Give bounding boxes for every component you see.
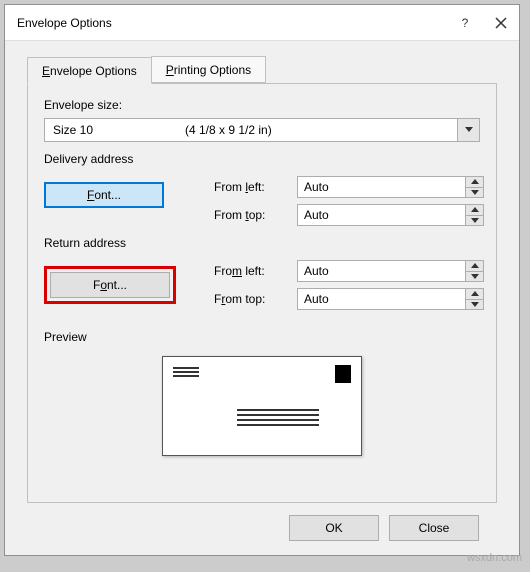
return-block: Font... From left: — [44, 260, 480, 316]
watermark: wsxdn.com — [467, 552, 522, 564]
window-title: Envelope Options — [5, 16, 447, 30]
help-button[interactable]: ? — [447, 5, 483, 41]
spin-down-icon[interactable] — [465, 216, 483, 226]
content-area: Envelope Options Printing Options Envelo… — [5, 41, 519, 555]
return-font-button[interactable]: Font... — [50, 272, 170, 298]
envelope-size-select[interactable]: Size 10 (4 1/8 x 9 1/2 in) — [44, 118, 480, 142]
tab-envelope-options[interactable]: Envelope Options — [27, 57, 152, 84]
tab-strip: Envelope Options Printing Options — [27, 55, 497, 83]
stamp-icon — [335, 365, 351, 383]
spin-down-icon[interactable] — [465, 300, 483, 310]
envelope-size-dropdown[interactable] — [457, 119, 479, 141]
spin-down-icon[interactable] — [465, 272, 483, 282]
spin-up-icon[interactable] — [465, 205, 483, 216]
return-from-top-input[interactable] — [297, 288, 484, 310]
delivery-section-label: Delivery address — [44, 152, 480, 166]
delivery-block: Font... From left: F — [44, 176, 480, 232]
envelope-options-dialog: Envelope Options ? Envelope Options Prin… — [4, 4, 520, 556]
button-bar: OK Close — [27, 503, 497, 555]
return-section-label: Return address — [44, 236, 480, 250]
titlebar: Envelope Options ? — [5, 5, 519, 41]
ok-button[interactable]: OK — [289, 515, 379, 541]
tab-panel: Envelope size: Size 10 (4 1/8 x 9 1/2 in… — [27, 83, 497, 503]
return-from-left-input[interactable] — [297, 260, 484, 282]
delivery-address-preview — [237, 409, 319, 429]
envelope-size-label: Envelope size: — [44, 98, 480, 112]
highlight-box: Font... — [44, 266, 176, 304]
envelope-preview — [162, 356, 362, 456]
envelope-size-detail: (4 1/8 x 9 1/2 in) — [185, 123, 457, 137]
spin-up-icon[interactable] — [465, 261, 483, 272]
return-address-preview — [173, 367, 199, 379]
return-from-top-label: From top: — [214, 292, 289, 306]
return-from-left-label: From left: — [214, 264, 289, 278]
delivery-from-top-label: From top: — [214, 208, 289, 222]
preview-label: Preview — [44, 330, 480, 344]
spin-down-icon[interactable] — [465, 188, 483, 198]
delivery-from-left-label: From left: — [214, 180, 289, 194]
spin-up-icon[interactable] — [465, 177, 483, 188]
delivery-font-button[interactable]: Font... — [44, 182, 164, 208]
spin-up-icon[interactable] — [465, 289, 483, 300]
delivery-from-left-input[interactable] — [297, 176, 484, 198]
close-icon — [495, 17, 507, 29]
delivery-from-top-input[interactable] — [297, 204, 484, 226]
chevron-down-icon — [465, 127, 473, 133]
close-dialog-button[interactable]: Close — [389, 515, 479, 541]
envelope-size-value: Size 10 — [45, 123, 185, 137]
close-button[interactable] — [483, 5, 519, 41]
tab-printing-options[interactable]: Printing Options — [151, 56, 266, 83]
